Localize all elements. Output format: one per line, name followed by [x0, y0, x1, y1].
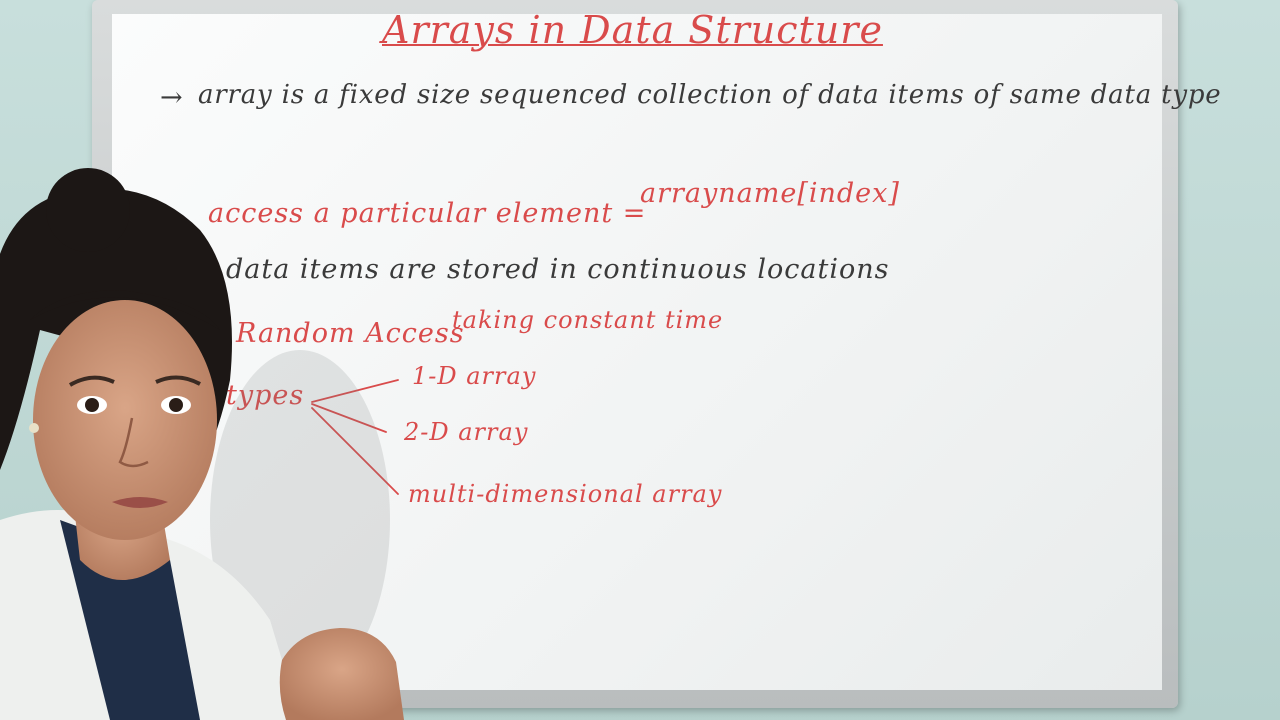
- left-pupil: [85, 398, 99, 412]
- earring: [29, 423, 39, 433]
- hair-bun: [46, 168, 130, 252]
- hand: [279, 628, 404, 720]
- presenter: [0, 168, 404, 720]
- video-frame: Arrays in Data Structure → array is a fi…: [0, 0, 1280, 720]
- right-pupil: [169, 398, 183, 412]
